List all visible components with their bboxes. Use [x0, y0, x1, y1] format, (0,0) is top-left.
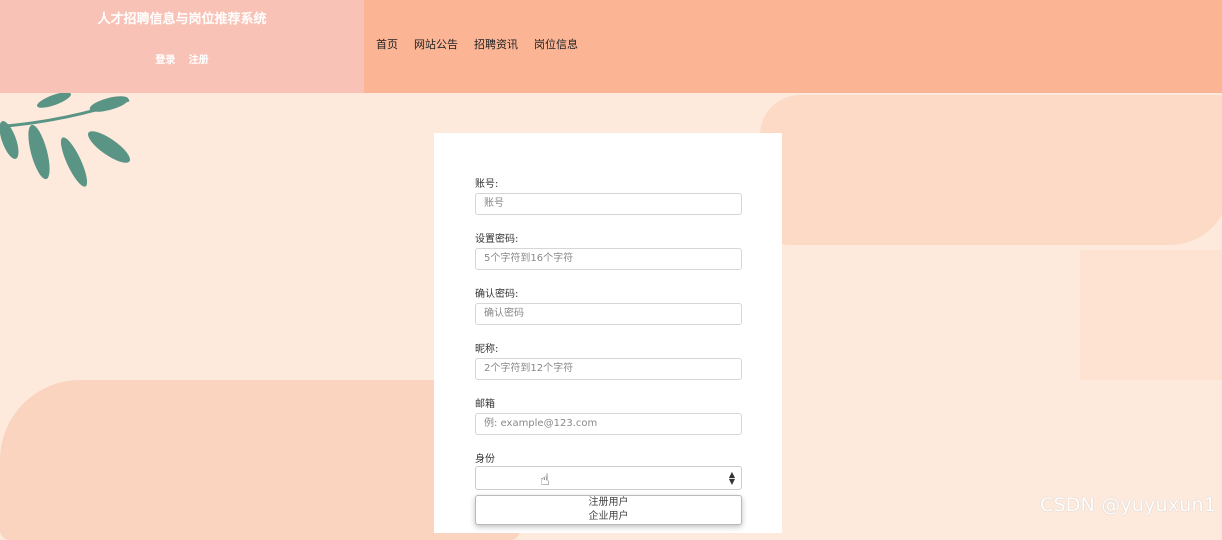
password-field-group: 设置密码:	[475, 230, 742, 270]
login-link[interactable]: 登录	[155, 55, 175, 66]
email-label: 邮箱	[475, 399, 495, 410]
leaf-decoration-icon	[0, 92, 130, 187]
confirm-password-input[interactable]	[475, 302, 742, 325]
identity-option-registered-user[interactable]: 注册用户	[476, 496, 741, 510]
email-field-group: 邮箱	[475, 395, 742, 435]
email-input[interactable]	[475, 412, 742, 435]
site-title: 人才招聘信息与岗位推荐系统	[97, 12, 267, 27]
main-nav: 首页 网站公告 招聘资讯 岗位信息	[364, 0, 1222, 93]
top-bar: 人才招聘信息与岗位推荐系统 登录 注册 首页 网站公告 招聘资讯 岗位信息	[0, 0, 1222, 93]
background-brush-stroke	[760, 95, 1222, 245]
hand-cursor-icon: ☝	[540, 470, 550, 489]
identity-field-group: 身份 ▲ ▼	[475, 450, 742, 490]
nickname-input[interactable]	[475, 357, 742, 380]
nickname-field-group: 昵称:	[475, 340, 742, 380]
nickname-label: 昵称:	[475, 344, 499, 355]
nav-item-job-info[interactable]: 岗位信息	[534, 36, 578, 52]
register-link[interactable]: 注册	[189, 55, 209, 66]
confirm-password-field-group: 确认密码:	[475, 285, 742, 325]
password-label: 设置密码:	[475, 234, 519, 245]
nav-item-announcements[interactable]: 网站公告	[414, 36, 458, 52]
background-stripe	[1080, 250, 1222, 380]
auth-links: 登录 注册	[0, 51, 364, 66]
identity-dropdown-list: 注册用户 企业用户	[475, 495, 742, 525]
brand-panel: 人才招聘信息与岗位推荐系统 登录 注册	[0, 0, 364, 93]
select-caret-icon: ▲ ▼	[728, 470, 735, 486]
confirm-password-label: 确认密码:	[475, 289, 519, 300]
identity-select[interactable]: ▲ ▼	[475, 466, 742, 490]
register-form: 账号: 设置密码: 确认密码: 昵称: 邮箱 身份 ▲▼ 注册用户 企业用户	[434, 133, 782, 533]
account-field-group: 账号:	[475, 175, 742, 215]
account-input[interactable]	[475, 192, 742, 215]
password-input[interactable]	[475, 247, 742, 270]
account-label: 账号:	[475, 179, 499, 190]
nav-item-home[interactable]: 首页	[376, 36, 398, 52]
watermark: CSDN @yuyuxun1	[1040, 494, 1216, 516]
identity-label: 身份	[475, 454, 495, 465]
identity-option-enterprise-user[interactable]: 企业用户	[476, 510, 741, 524]
nav-item-recruitment-news[interactable]: 招聘资讯	[474, 36, 518, 52]
